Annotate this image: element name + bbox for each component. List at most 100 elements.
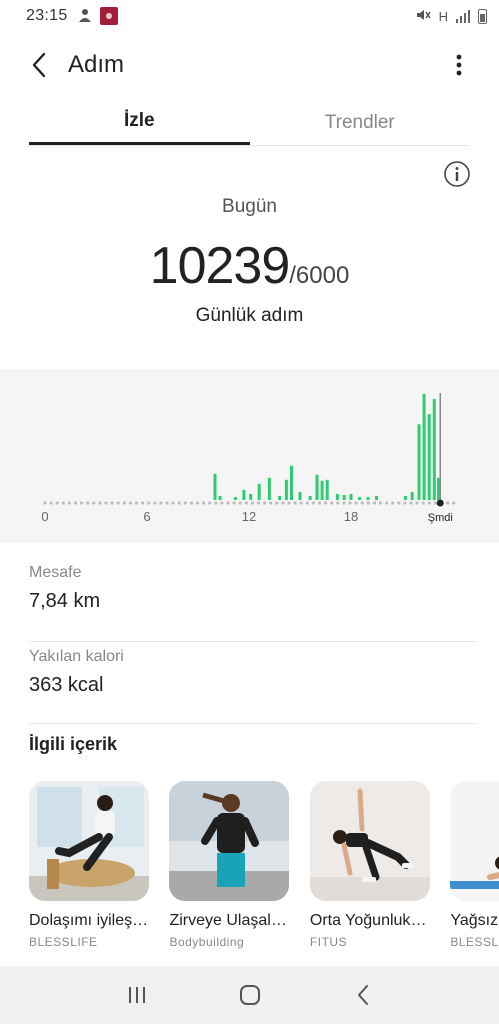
- baseline-dot: [49, 501, 53, 505]
- baseline-dot: [232, 501, 236, 505]
- recent-apps-icon: [128, 987, 145, 1003]
- baseline-dot: [171, 501, 175, 505]
- info-button[interactable]: [443, 160, 471, 188]
- chart-tick-label: 18: [344, 509, 358, 524]
- baseline-dot: [360, 501, 364, 505]
- home-icon: [239, 985, 260, 1005]
- related-content-carousel[interactable]: Dolaşımı iyileştirmek iç… BLESSLIFE Zirv…: [29, 781, 499, 966]
- content-card[interactable]: Dolaşımı iyileştirmek iç… BLESSLIFE: [29, 781, 149, 949]
- chart-bar: [325, 479, 329, 500]
- more-vertical-icon: [456, 54, 462, 76]
- chart-bar: [218, 496, 222, 500]
- stat-distance[interactable]: Mesafe 7,84 km: [29, 560, 476, 642]
- more-options-button[interactable]: [439, 45, 479, 85]
- baseline-dot: [86, 501, 90, 505]
- chart-bar: [410, 491, 414, 500]
- content-title: Yağsız B Vücuda: [450, 912, 499, 929]
- tab-izle[interactable]: İzle: [29, 100, 250, 145]
- baseline-dot: [427, 501, 431, 505]
- chart-bar: [422, 394, 426, 500]
- status-bar: 23:15 H: [0, 0, 499, 32]
- chart-bar: [320, 480, 324, 500]
- stat-calories[interactable]: Yakılan kalori 363 kcal: [29, 642, 476, 724]
- chart-bar: [375, 496, 378, 500]
- baseline-dot: [256, 501, 261, 505]
- home-button[interactable]: [230, 975, 270, 1015]
- stat-value: 7,84 km: [29, 590, 101, 612]
- tab-trendler[interactable]: Trendler: [250, 100, 471, 145]
- chart-bar: [427, 414, 431, 500]
- app-notification-icon: [99, 7, 118, 25]
- baseline-dot: [226, 501, 230, 505]
- content-source: BLESSLIFE: [450, 935, 499, 949]
- baseline-dot: [354, 501, 358, 505]
- baseline-dot: [263, 501, 267, 505]
- baseline-dot: [269, 501, 273, 505]
- content-card[interactable]: Yağsız B Vücuda BLESSLIFE: [450, 781, 499, 949]
- period-label: Bugün: [222, 196, 277, 217]
- baseline-dot: [189, 501, 193, 505]
- network-h-icon: H: [438, 8, 448, 24]
- chart-tick-label: 12: [242, 509, 256, 524]
- baseline-dot: [409, 501, 413, 505]
- baseline-dot: [73, 501, 78, 505]
- baseline-dot: [122, 501, 126, 505]
- baseline-dot: [366, 501, 370, 505]
- baseline-dot: [287, 501, 291, 505]
- content-title: Zirveye Ulaşalım: Kar…: [169, 912, 290, 929]
- content-card[interactable]: Zirveye Ulaşalım: Kar… Bodybuilding: [169, 781, 290, 949]
- baseline-dot: [238, 501, 242, 505]
- person-icon: [78, 8, 92, 25]
- baseline-dot: [153, 501, 157, 505]
- info-icon: [444, 161, 470, 187]
- chart-bar: [342, 495, 346, 500]
- chart-bar: [257, 483, 261, 500]
- chart-bar: [358, 497, 361, 500]
- baseline-dot: [378, 501, 383, 505]
- baseline-dot: [104, 501, 108, 505]
- baseline-dot: [67, 501, 71, 505]
- baseline-dot: [134, 501, 139, 505]
- baseline-dot: [403, 501, 407, 505]
- content-card[interactable]: Orta Yoğunluklu T… FITUS: [309, 781, 430, 949]
- back-button[interactable]: [14, 40, 64, 90]
- chart-tick-label: Şmdi: [428, 512, 453, 524]
- app-header: Adım: [0, 40, 499, 90]
- baseline-dot: [275, 501, 279, 505]
- baseline-dot: [324, 501, 328, 505]
- chevron-left-icon: [32, 52, 46, 78]
- baseline-dot: [244, 501, 248, 505]
- chart-bar: [366, 497, 370, 500]
- baseline-dot: [299, 501, 303, 505]
- baseline-dot: [43, 501, 47, 505]
- baseline-dot: [128, 501, 132, 505]
- now-indicator-dot: [436, 499, 444, 507]
- baseline-dot: [385, 501, 389, 505]
- tab-bar: İzle Trendler: [29, 100, 470, 146]
- content-title: Dolaşımı iyileştirmek iç…: [29, 912, 149, 929]
- baseline-dot: [110, 501, 114, 505]
- baseline-dot: [397, 501, 401, 505]
- baseline-dot: [372, 501, 376, 505]
- steps-chart-svg: 0 6 12 18 Şmdi: [41, 393, 456, 524]
- baseline-dot: [165, 501, 169, 505]
- recent-apps-button[interactable]: [117, 975, 157, 1015]
- related-content-title: İlgili içerik: [29, 734, 118, 754]
- chart-bar: [432, 399, 436, 500]
- stat-value: 363 kcal: [29, 674, 104, 696]
- baseline-dot: [446, 501, 450, 505]
- baseline-dot: [195, 501, 200, 505]
- chart-tick-label: 0: [41, 509, 48, 524]
- baseline-dot: [147, 501, 151, 505]
- nav-back-button[interactable]: [343, 975, 383, 1015]
- chart-bar: [249, 493, 253, 500]
- content-source: FITUS: [309, 935, 348, 949]
- content-title: Orta Yoğunluklu T…: [309, 912, 430, 929]
- stat-label: Mesafe: [29, 564, 82, 581]
- steps-chart[interactable]: 0 6 12 18 Şmdi: [0, 369, 499, 543]
- steps-goal: /6000: [289, 262, 350, 289]
- chart-bar: [290, 465, 293, 500]
- baseline-dot: [80, 501, 84, 505]
- baseline-dot: [305, 501, 309, 505]
- baseline-dot: [281, 501, 285, 505]
